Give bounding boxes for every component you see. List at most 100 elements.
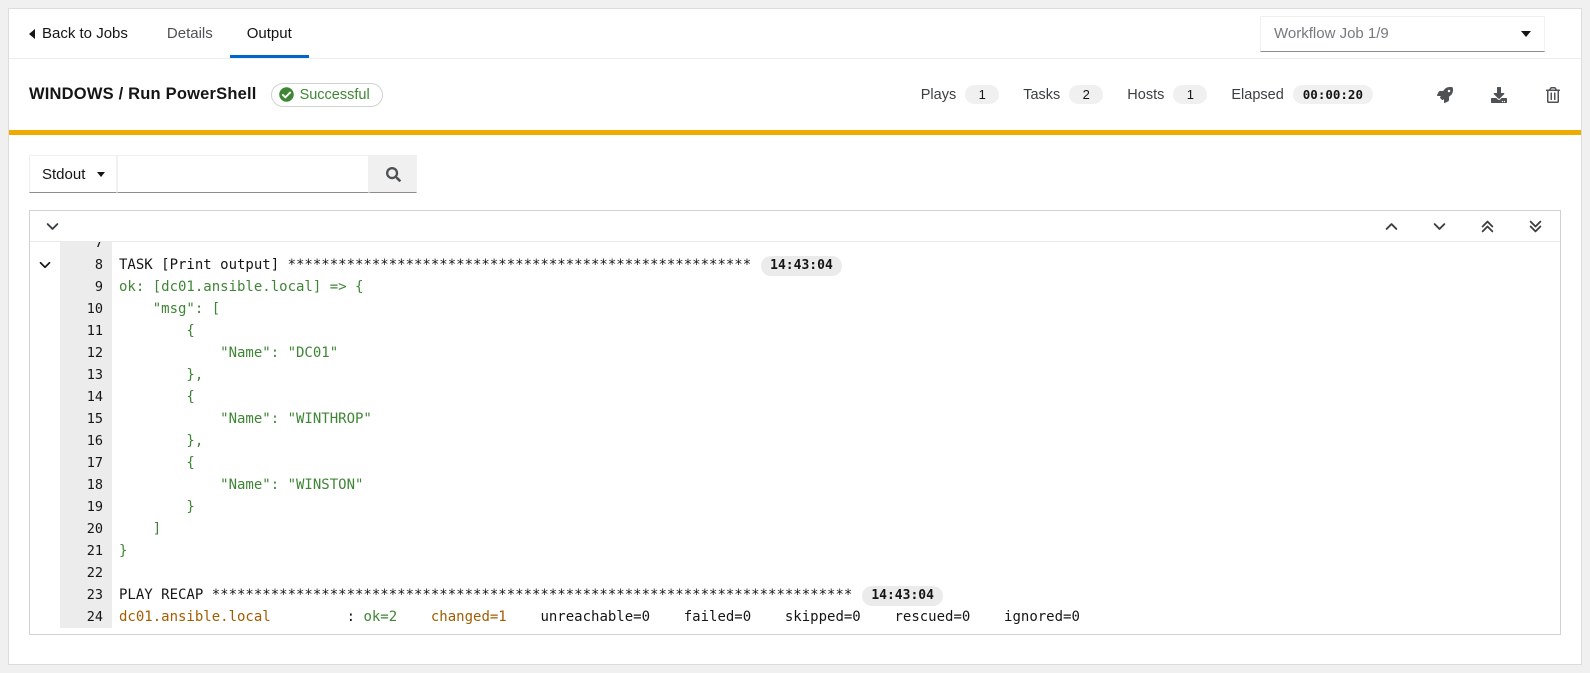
timestamp-badge: 14:43:04 [862,586,943,606]
expand-spacer [30,364,60,386]
line-number[interactable]: 21 [60,540,112,562]
chevron-down-icon [97,172,105,177]
line-number[interactable]: 20 [60,518,112,540]
job-stats: Plays1Tasks2Hosts1Elapsed00:00:20 [897,85,1373,104]
console-line: 20 ] [30,518,1560,540]
code-segment: "Name": "DC01" [119,345,338,361]
expand-spacer [30,342,60,364]
workflow-job-select-value: Workflow Job 1/9 [1274,25,1389,42]
back-to-jobs-link[interactable]: Back to Jobs [29,9,128,58]
line-number[interactable]: 22 [60,562,112,584]
line-number[interactable]: 8 [60,254,112,276]
line-number[interactable]: 16 [60,430,112,452]
expand-spacer [30,298,60,320]
line-number[interactable]: 9 [60,276,112,298]
stat-tasks: Tasks2 [1023,85,1103,104]
line-content: }, [112,364,203,386]
tab-details[interactable]: Details [150,9,230,58]
console-line: 16 }, [30,430,1560,452]
code-segment: } [119,543,127,559]
code-segment: ] [119,521,161,537]
scroll-previous-icon[interactable] [1385,220,1398,233]
scroll-bottom-icon[interactable] [1529,219,1542,234]
chevron-down-icon [1521,31,1531,37]
line-content: "Name": "WINTHROP" [112,408,372,430]
line-content: ok: [dc01.ansible.local] => { [112,276,363,298]
line-number[interactable]: 11 [60,320,112,342]
scroll-top-icon[interactable] [1481,219,1494,234]
console-body[interactable]: 78 TASK [Print output] ******************… [30,242,1560,634]
search-row: Stdout [9,135,1581,210]
expand-spacer [30,276,60,298]
workflow-job-select[interactable]: Workflow Job 1/9 [1260,16,1545,52]
code-segment: ok=2 [363,609,397,625]
line-content: "Name": "DC01" [112,342,338,364]
line-number[interactable]: 19 [60,496,112,518]
expand-spacer [30,540,60,562]
stat-value-badge: 1 [1173,85,1207,104]
expand-spacer [30,242,60,254]
back-to-jobs-label: Back to Jobs [42,25,128,42]
stat-hosts: Hosts 1 [1127,85,1207,104]
stat-plays: Plays1 [921,85,999,104]
stat-value-badge: 2 [1069,85,1103,104]
code-segment: unreachable=0 failed=0 skipped=0 rescued… [507,609,1080,625]
code-segment: changed=1 [431,609,507,625]
console-line: 19 } [30,496,1560,518]
console-scroll-controls [1385,219,1544,234]
console-toolbar [30,211,1560,242]
tab-output[interactable]: Output [230,9,309,58]
console-line: 24dc01.ansible.local : ok=2 changed=1 un… [30,606,1560,628]
line-number[interactable]: 15 [60,408,112,430]
line-number[interactable]: 14 [60,386,112,408]
output-filter-value: Stdout [42,166,85,183]
expand-task-icon[interactable] [30,254,60,276]
status-badge[interactable]: Successful [271,83,383,107]
line-content: } [112,496,195,518]
console-line: 15 "Name": "WINTHROP" [30,408,1560,430]
line-content: PLAY RECAP *****************************… [112,584,943,606]
expand-spacer [30,606,60,628]
code-segment: : [271,609,364,625]
expand-spacer [30,408,60,430]
line-number[interactable]: 13 [60,364,112,386]
download-icon[interactable] [1490,86,1507,103]
line-number[interactable]: 10 [60,298,112,320]
line-number[interactable]: 24 [60,606,112,628]
console-line: 11 { [30,320,1560,342]
line-number[interactable]: 12 [60,342,112,364]
stat-label: Hosts [1127,87,1164,103]
line-number[interactable]: 7 [60,242,112,254]
header-actions [1399,86,1561,103]
line-content: }, [112,430,203,452]
line-number[interactable]: 17 [60,452,112,474]
scroll-next-icon[interactable] [1433,220,1446,233]
line-number[interactable]: 18 [60,474,112,496]
code-segment: }, [119,367,203,383]
page-title: WINDOWS / Run PowerShell [29,85,257,104]
expand-spacer [30,474,60,496]
search-button[interactable] [369,155,417,193]
code-segment [397,609,431,625]
code-segment: { [119,389,195,405]
search-icon [386,167,401,182]
code-segment: TASK [Print output] ********************… [119,257,751,273]
job-output-page: Back to Jobs Details Output Workflow Job… [8,8,1582,665]
code-segment: ok: [dc01.ansible.local] => { [119,279,363,295]
console-line: 8 TASK [Print output] *******************… [30,254,1560,276]
line-number[interactable]: 23 [60,584,112,606]
search-input[interactable] [117,155,369,193]
relaunch-rocket-icon[interactable] [1436,86,1453,103]
stat-label: Plays [921,87,956,103]
console-line: 10 "msg": [ [30,298,1560,320]
console-line: 22 [30,562,1560,584]
trash-icon[interactable] [1544,86,1561,103]
expand-spacer [30,518,60,540]
line-content: } [112,540,127,562]
output-filter-select[interactable]: Stdout [29,155,117,193]
expand-spacer [30,386,60,408]
console-line: 9 ok: [dc01.ansible.local] => { [30,276,1560,298]
timestamp-badge: 14:43:04 [761,256,842,276]
collapse-all-icon[interactable] [46,220,59,233]
line-content: TASK [Print output] ********************… [112,254,842,276]
